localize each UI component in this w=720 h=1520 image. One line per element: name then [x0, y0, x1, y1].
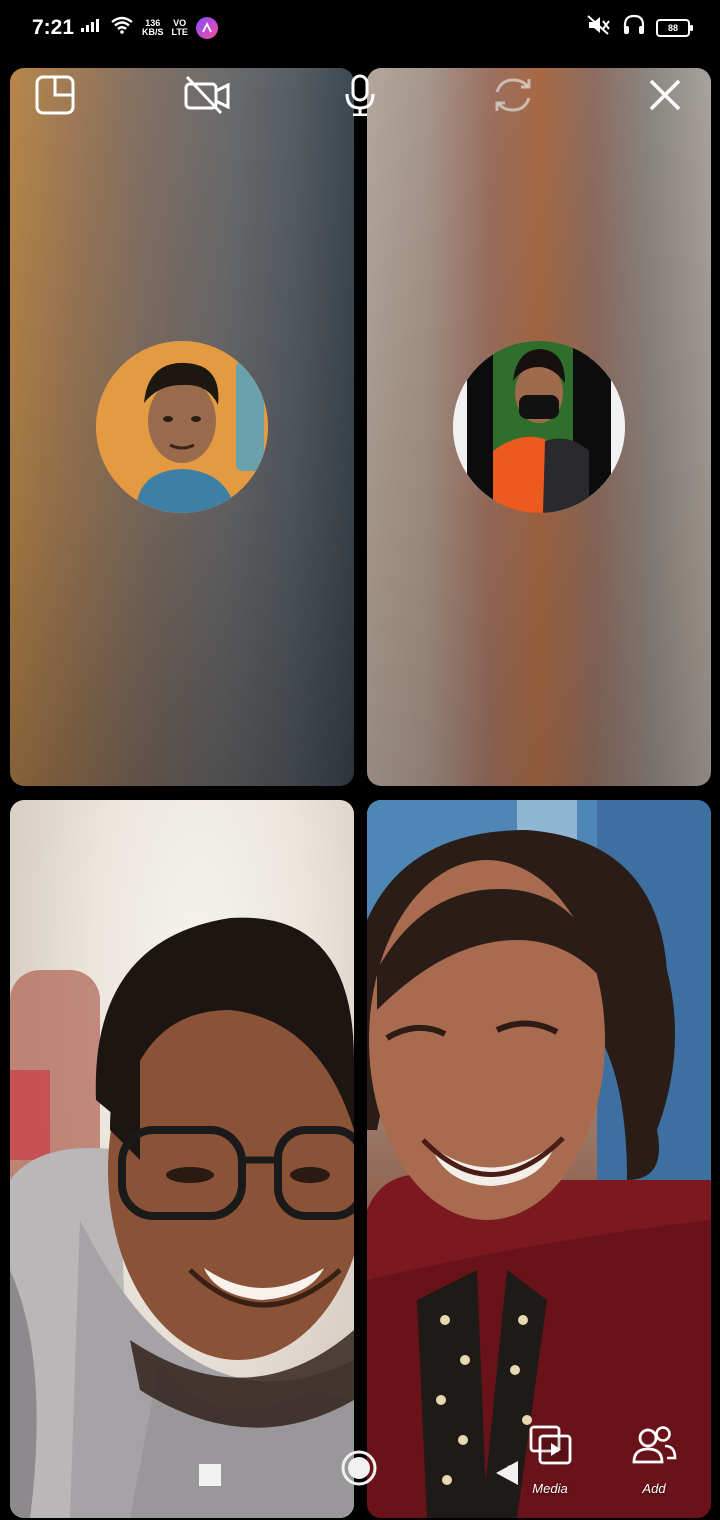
participant-avatar [96, 341, 268, 513]
microphone-button[interactable] [337, 74, 383, 120]
square-icon [198, 1463, 222, 1492]
triangle-back-icon [494, 1459, 520, 1492]
net-speed-unit: KB/S [142, 26, 164, 37]
status-right-icons: 88 [586, 14, 693, 41]
layout-icon [34, 74, 76, 121]
participant-tile-bottom-right[interactable] [367, 800, 711, 1518]
participant-video [367, 800, 711, 1518]
wifi-icon [110, 16, 134, 39]
close-icon [647, 77, 683, 118]
home-button[interactable] [340, 1449, 378, 1492]
recents-button[interactable] [198, 1463, 222, 1492]
volte-indicator: VO LTE [171, 18, 188, 37]
camera-toggle-button[interactable] [184, 74, 230, 120]
back-button[interactable] [494, 1459, 520, 1492]
signal-icon [80, 17, 102, 38]
battery-level: 88 [667, 22, 678, 33]
net-speed: 136 KB/S [142, 18, 164, 37]
status-time: 7:21 [32, 16, 75, 39]
circle-icon [340, 1449, 378, 1492]
system-navigation-bar [0, 1430, 720, 1520]
participant-video [10, 917, 354, 1518]
microphone-icon [344, 74, 376, 121]
battery-icon: 88 [656, 18, 693, 37]
end-call-close-button[interactable] [642, 74, 688, 120]
status-bar: 7:21 136 KB/S VO LTE 88 [0, 0, 720, 60]
camera-off-icon [183, 75, 231, 120]
participant-avatar [453, 341, 625, 513]
participant-tile-top-left[interactable] [10, 68, 354, 786]
switch-camera-icon [491, 74, 535, 121]
switch-camera-button[interactable] [490, 74, 536, 120]
volte-bottom: LTE [171, 26, 188, 37]
status-left-icons: 136 KB/S VO LTE [80, 16, 218, 39]
participant-tile-bottom-left[interactable] [10, 800, 354, 1518]
participant-tile-top-right[interactable] [367, 68, 711, 786]
app-notification-icon [195, 16, 218, 39]
mute-icon [586, 14, 612, 41]
headphones-icon [622, 14, 646, 41]
layout-button[interactable] [32, 74, 78, 120]
